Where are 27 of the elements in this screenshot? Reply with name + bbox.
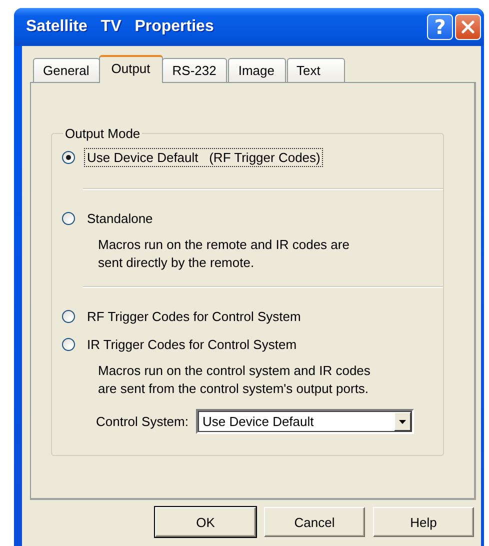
- field-label: Control System:: [96, 414, 188, 429]
- radio-label[interactable]: IR Trigger Codes for Control System: [84, 334, 300, 354]
- tab[interactable]: General: [33, 58, 100, 82]
- dialog-button[interactable]: Cancel: [264, 507, 365, 537]
- dropdown-button[interactable]: [394, 412, 412, 431]
- help-button[interactable]: ?: [427, 14, 453, 40]
- radio-label[interactable]: Use Device Default (RF Trigger Codes): [84, 148, 324, 166]
- option-description: Macros run on the control system and IR codes are sent from the control system's output ports.: [98, 362, 372, 398]
- radio-label[interactable]: Standalone: [84, 208, 156, 228]
- close-icon: [461, 20, 475, 34]
- radio-button[interactable]: [62, 310, 75, 322]
- window-title: Satellite TV Properties: [26, 18, 215, 36]
- radio-button[interactable]: [62, 338, 75, 350]
- group-title: Output Mode: [64, 126, 142, 141]
- option-description: Macros run on the remote and IR codes are sent directly by the remote.: [98, 236, 350, 272]
- tab[interactable]: Image: [228, 58, 286, 82]
- dialog-button[interactable]: OK: [155, 507, 256, 537]
- radio-label[interactable]: RF Trigger Codes for Control System: [84, 306, 304, 326]
- dropdown-field[interactable]: Use Device Default: [196, 409, 414, 434]
- tab[interactable]: RS-232: [162, 58, 228, 82]
- dialog-button[interactable]: Help: [373, 507, 474, 537]
- radio-button[interactable]: [62, 212, 75, 224]
- tab[interactable]: Text: [286, 58, 346, 82]
- tab[interactable]: Output: [99, 55, 164, 83]
- close-button[interactable]: [455, 14, 481, 40]
- radio-button[interactable]: [62, 150, 75, 164]
- caret-icon: [399, 420, 406, 424]
